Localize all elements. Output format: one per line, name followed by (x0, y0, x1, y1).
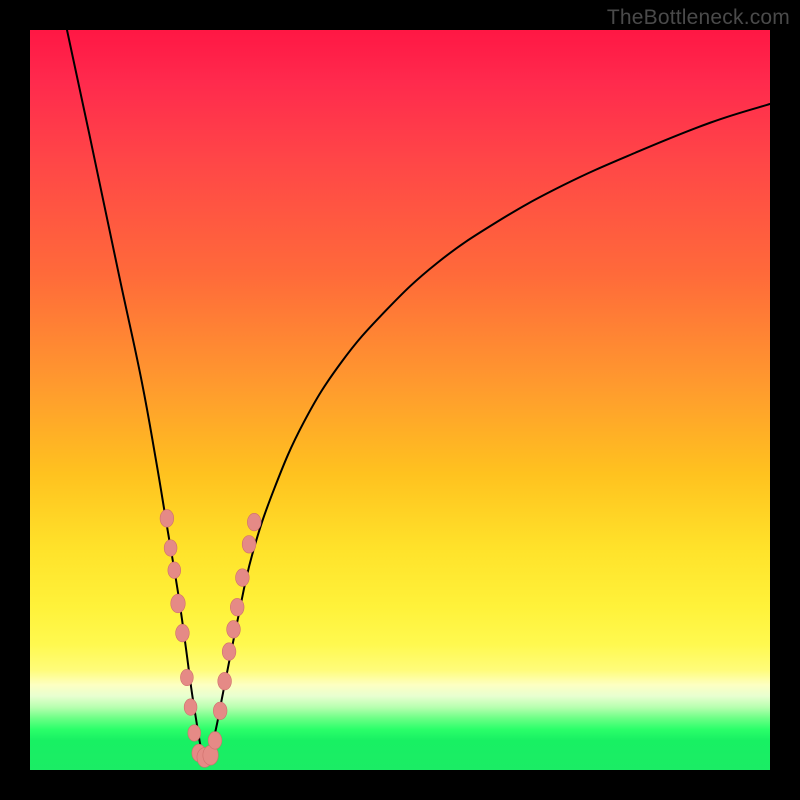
bottleneck-curve (67, 30, 770, 761)
marker-dot (176, 624, 190, 642)
marker-dot (242, 536, 256, 554)
marker-dot (222, 643, 236, 661)
marker-group (160, 510, 261, 768)
watermark-label: TheBottleneck.com (607, 6, 790, 30)
marker-dot (160, 510, 174, 528)
marker-dot (227, 621, 241, 639)
marker-dot (230, 598, 244, 616)
marker-dot (247, 513, 261, 531)
marker-dot (164, 540, 177, 556)
marker-dot (213, 702, 227, 720)
marker-dot (188, 725, 201, 741)
plot-area (30, 30, 770, 770)
chart-svg (30, 30, 770, 770)
marker-dot (218, 672, 232, 690)
marker-dot (171, 594, 186, 613)
outer-frame: TheBottleneck.com (0, 0, 800, 800)
marker-dot (180, 669, 193, 685)
marker-dot (184, 699, 197, 715)
marker-dot (236, 569, 250, 587)
marker-dot (168, 562, 181, 578)
marker-dot (208, 732, 222, 750)
